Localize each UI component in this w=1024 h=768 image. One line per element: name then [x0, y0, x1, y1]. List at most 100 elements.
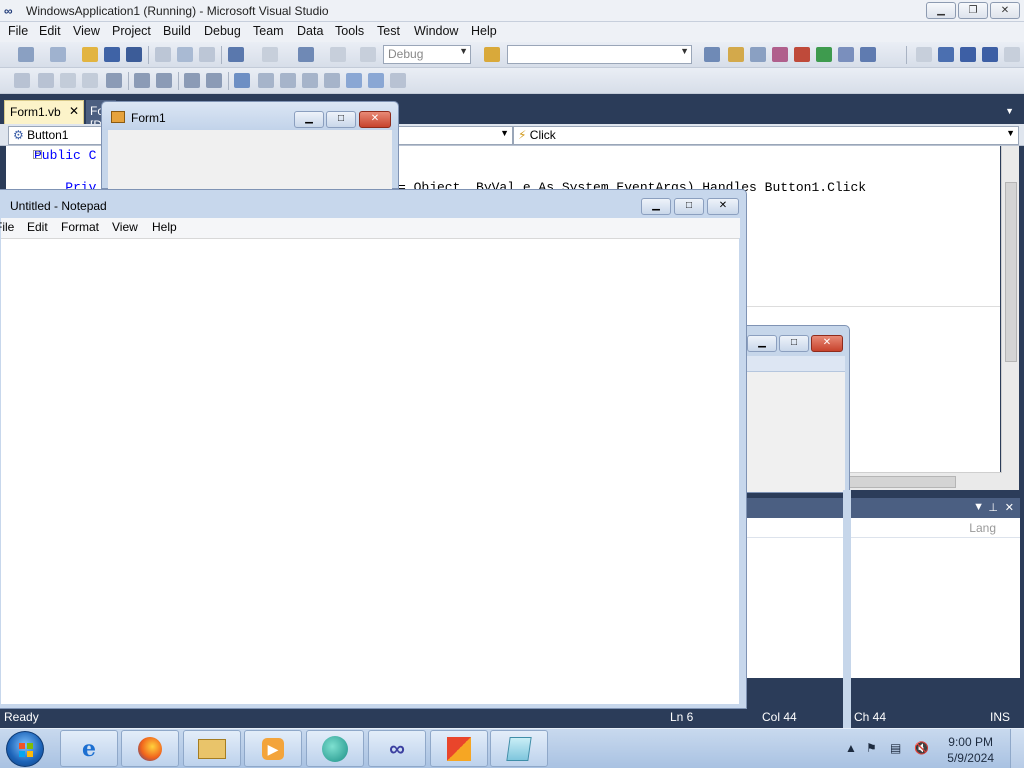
menu-window[interactable]: Window — [414, 24, 458, 38]
toolbox-icon[interactable] — [772, 47, 788, 62]
font-icon[interactable] — [82, 73, 98, 88]
word-complete-icon[interactable] — [60, 73, 76, 88]
clear-bookmarks-icon[interactable] — [390, 73, 406, 88]
menu-build[interactable]: Build — [163, 24, 191, 38]
cut-icon[interactable] — [155, 47, 171, 62]
notepad-icon[interactable] — [490, 730, 548, 767]
notepad-menu-edit[interactable]: Edit — [27, 220, 48, 234]
next-bookmark-icon[interactable] — [280, 73, 296, 88]
solution-config-combo[interactable]: Debug ▼ — [383, 45, 471, 64]
notepad-text-area[interactable] — [1, 238, 739, 704]
bg-window-close-button[interactable]: ✕ — [811, 335, 843, 352]
close-button[interactable]: ✕ — [990, 2, 1020, 19]
quick-info-icon[interactable] — [14, 73, 30, 88]
undo-icon[interactable] — [228, 47, 244, 62]
tab-form1-vb[interactable]: Form1.vb ✕ — [4, 100, 84, 124]
pin-icon[interactable]: ⊥ — [988, 501, 998, 514]
param-info-icon[interactable] — [38, 73, 54, 88]
menu-test[interactable]: Test — [377, 24, 400, 38]
outdent-icon[interactable] — [134, 73, 150, 88]
bookmark-icon[interactable] — [234, 73, 250, 88]
notepad-menu-file[interactable]: File — [0, 220, 14, 234]
open-file-icon[interactable] — [82, 47, 98, 62]
menu-data[interactable]: Data — [297, 24, 323, 38]
form1-close-button[interactable]: ✕ — [359, 111, 391, 128]
save-icon[interactable] — [104, 47, 120, 62]
notepad-menu-format[interactable]: Format — [61, 220, 99, 234]
network-icon[interactable]: ▤ — [890, 741, 901, 755]
menu-tools[interactable]: Tools — [335, 24, 364, 38]
save-all-icon[interactable] — [126, 47, 142, 62]
close-tab-icon[interactable]: ✕ — [69, 104, 79, 118]
form1-maximize-button[interactable]: □ — [326, 111, 356, 128]
office-icon[interactable] — [430, 730, 488, 767]
comment-icon[interactable] — [184, 73, 200, 88]
form1-client-area[interactable] — [108, 130, 392, 190]
next-bookmark-folder-icon[interactable] — [324, 73, 340, 88]
add-item-icon[interactable] — [50, 47, 66, 62]
restart-icon[interactable] — [982, 47, 998, 62]
solution-explorer-icon[interactable] — [704, 47, 720, 62]
forward-icon[interactable] — [330, 47, 346, 62]
panel-dropdown-icon[interactable]: ▼ — [973, 501, 984, 513]
notepad-maximize-button[interactable]: □ — [674, 198, 704, 215]
collapse-region-icon[interactable]: − — [33, 150, 42, 159]
file-explorer-icon[interactable] — [183, 730, 241, 767]
new-project-icon[interactable] — [18, 47, 34, 62]
menu-debug[interactable]: Debug — [204, 24, 241, 38]
paste-icon[interactable] — [199, 47, 215, 62]
firefox-icon[interactable] — [121, 730, 179, 767]
stop-debugging-icon[interactable] — [960, 47, 976, 62]
notepad-minimize-button[interactable]: ▁ — [641, 198, 671, 215]
restore-button[interactable]: ❐ — [958, 2, 988, 19]
menu-view[interactable]: View — [73, 24, 100, 38]
notepad-menu-help[interactable]: Help — [152, 220, 177, 234]
lang-column-header[interactable]: Lang — [969, 521, 996, 535]
media-player-icon[interactable]: ▶ — [244, 730, 302, 767]
start-button[interactable] — [6, 731, 44, 767]
list-members-icon[interactable] — [106, 73, 122, 88]
find-combo[interactable]: ▼ — [507, 45, 692, 64]
show-next-statement-icon[interactable] — [1004, 47, 1020, 62]
tools-icon[interactable] — [794, 47, 810, 62]
show-desktop-button[interactable] — [1010, 729, 1024, 768]
action-center-flag-icon[interactable]: ⚑ — [866, 741, 877, 755]
command-window-icon[interactable] — [860, 47, 876, 62]
bg-window-maximize-button[interactable]: □ — [779, 335, 809, 352]
prev-bookmark-folder-icon[interactable] — [302, 73, 318, 88]
continue-icon[interactable] — [916, 47, 932, 62]
chat-icon[interactable] — [306, 730, 364, 767]
copy-icon[interactable] — [177, 47, 193, 62]
menu-project[interactable]: Project — [112, 24, 151, 38]
show-hidden-icons-icon[interactable]: ▲ — [845, 741, 857, 755]
break-all-icon[interactable] — [938, 47, 954, 62]
start-debug-icon[interactable] — [360, 47, 376, 62]
bg-window-minimize-button[interactable]: ▁ — [747, 335, 777, 352]
internet-explorer-icon[interactable]: e — [60, 730, 118, 767]
navigate-icon[interactable] — [298, 47, 314, 62]
active-files-dropdown-icon[interactable]: ▼ — [1005, 106, 1014, 116]
form1-minimize-button[interactable]: ▁ — [294, 111, 324, 128]
uncomment-icon[interactable] — [206, 73, 222, 88]
menu-team[interactable]: Team — [253, 24, 284, 38]
visual-studio-icon[interactable]: ∞ — [368, 730, 426, 767]
properties-icon[interactable] — [728, 47, 744, 62]
menu-file[interactable]: File — [8, 24, 28, 38]
class-view-icon[interactable] — [838, 47, 854, 62]
system-clock[interactable]: 9:00 PM 5/9/2024 — [947, 734, 994, 766]
find-in-files-icon[interactable] — [484, 47, 500, 62]
notepad-close-button[interactable]: ✕ — [707, 198, 739, 215]
panel-close-icon[interactable]: ✕ — [1005, 501, 1014, 514]
event-combo[interactable]: ⚡ Click ▼ — [513, 126, 1019, 145]
object-browser-icon[interactable] — [750, 47, 766, 62]
menu-help[interactable]: Help — [471, 24, 497, 38]
start-page-icon[interactable] — [816, 47, 832, 62]
redo-icon[interactable] — [262, 47, 278, 62]
minimize-button[interactable]: ▁ — [926, 2, 956, 19]
prev-bookmark-icon[interactable] — [258, 73, 274, 88]
editor-vertical-scrollbar[interactable] — [1001, 146, 1019, 490]
next-bookmark-doc-icon[interactable] — [368, 73, 384, 88]
indent-icon[interactable] — [156, 73, 172, 88]
menu-edit[interactable]: Edit — [39, 24, 61, 38]
prev-bookmark-doc-icon[interactable] — [346, 73, 362, 88]
